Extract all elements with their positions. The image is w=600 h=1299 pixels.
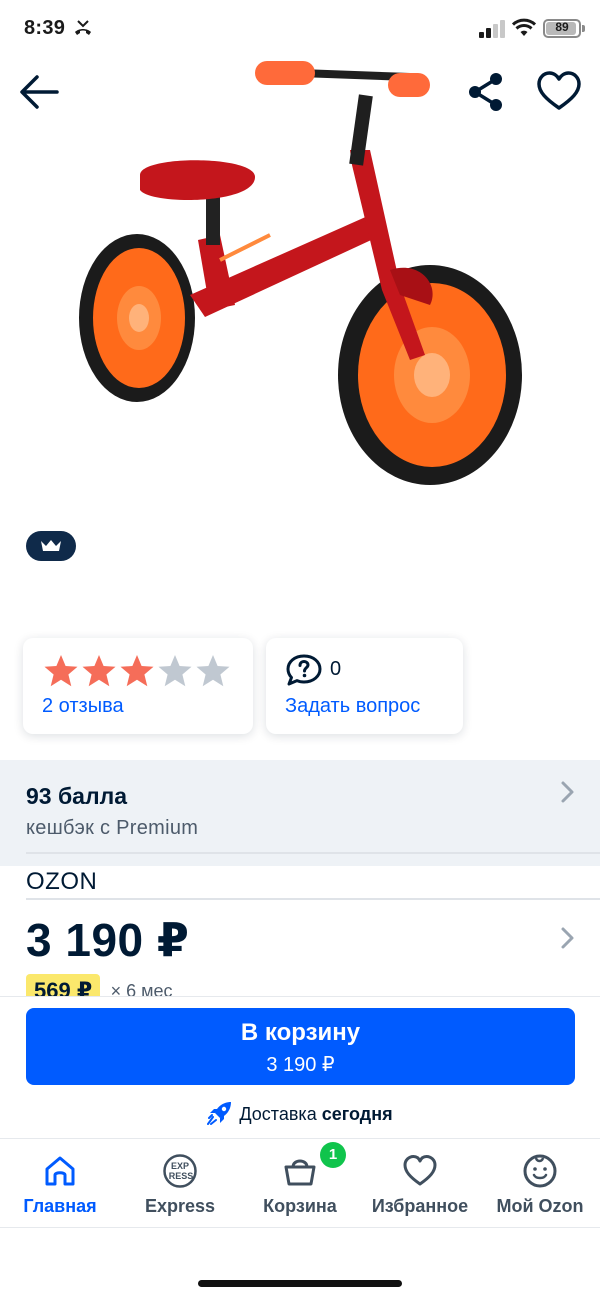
star-filled-icon (82, 655, 116, 687)
profile-icon (523, 1154, 557, 1188)
seller-name[interactable]: OZON (26, 868, 97, 896)
status-time: 8:39 (24, 17, 66, 39)
rating-card[interactable]: 2 отзыва (23, 638, 253, 734)
tab-express[interactable]: EXP RESS Express (120, 1139, 240, 1229)
question-bubble-icon (286, 654, 322, 686)
reviews-link[interactable]: 2 отзыва (42, 695, 124, 718)
add-to-cart-price: 3 190 ₽ (266, 1054, 335, 1076)
cart-count-badge: 1 (320, 1142, 346, 1168)
star-empty-icon (196, 655, 230, 687)
heart-icon (403, 1155, 437, 1186)
tab-home[interactable]: Главная (0, 1139, 120, 1229)
signal-icon (479, 20, 505, 38)
star-empty-icon (158, 655, 192, 687)
svg-text:RESS: RESS (169, 1171, 194, 1181)
cashback-row[interactable]: 93 балла кешбэк с Premium (0, 760, 600, 866)
share-icon[interactable] (466, 70, 506, 114)
home-icon (45, 1156, 75, 1186)
crown-icon (41, 540, 61, 551)
tab-label: Корзина (263, 1196, 337, 1216)
status-bar: 8:39 89 (0, 0, 600, 58)
back-arrow-icon[interactable] (17, 70, 61, 114)
tab-label: Избранное (371, 1196, 469, 1216)
delivery-prefix: Доставка (239, 1104, 317, 1124)
installment-amount: 569 ₽ (26, 974, 101, 998)
star-filled-icon (120, 655, 154, 687)
rocket-icon (207, 1102, 232, 1125)
tab-label: Express (144, 1196, 216, 1216)
divider (26, 852, 600, 854)
tab-label: Мой Ozon (496, 1196, 584, 1216)
svg-text:EXP: EXP (171, 1161, 189, 1171)
product-price: 3 190 ₽ (26, 914, 190, 966)
installment-info[interactable]: 569 ₽ × 6 мес (26, 974, 326, 998)
chevron-right-icon (561, 781, 574, 803)
ask-question-link[interactable]: Задать вопрос (285, 695, 420, 718)
delivery-when: сегодня (321, 1104, 393, 1124)
heart-icon[interactable] (536, 70, 582, 114)
questions-card[interactable]: 0 Задать вопрос (266, 638, 463, 734)
missed-call-icon (75, 20, 91, 35)
tab-bar: Главная EXP RESS Express Корзина Избранн… (0, 1138, 600, 1228)
wifi-icon (512, 18, 536, 36)
installment-term: × 6 мес (110, 981, 173, 998)
question-count: 0 (330, 658, 342, 680)
tab-profile[interactable]: Мой Ozon (480, 1139, 600, 1229)
express-icon: EXP RESS (163, 1154, 197, 1188)
delivery-info: Доставка сегодня (0, 1101, 600, 1125)
tab-label: Главная (23, 1196, 97, 1216)
basket-icon (284, 1159, 316, 1186)
product-image[interactable] (70, 55, 530, 495)
battery-level: 89 (555, 20, 569, 34)
cashback-subtitle: кешбэк с Premium (26, 817, 199, 839)
rating-stars (43, 654, 231, 688)
battery-icon: 89 (543, 19, 581, 38)
cashback-points: 93 балла (26, 783, 127, 809)
tab-favorites[interactable]: Избранное (360, 1139, 480, 1229)
divider (26, 898, 600, 900)
star-filled-icon (44, 655, 78, 687)
add-to-cart-label: В корзину (240, 1019, 361, 1046)
add-to-cart-button[interactable]: В корзину 3 190 ₽ (26, 1008, 575, 1085)
premium-badge[interactable] (26, 531, 76, 561)
chevron-right-icon[interactable] (560, 926, 576, 950)
home-indicator[interactable] (198, 1280, 402, 1287)
rear-wheel (79, 234, 195, 402)
